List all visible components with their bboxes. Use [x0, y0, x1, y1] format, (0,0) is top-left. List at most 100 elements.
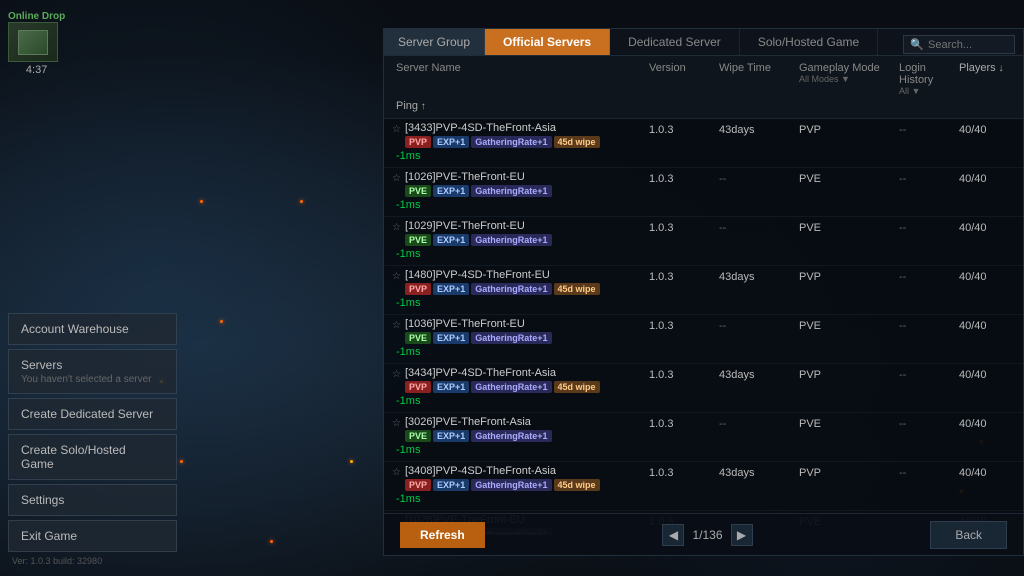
sidebar-item-label: Account Warehouse: [21, 322, 164, 336]
favorite-icon[interactable]: ☆: [392, 418, 401, 429]
sidebar-menu: Account Warehouse Servers You haven't se…: [0, 313, 185, 552]
server-name-info: [3433]PVP-4SD-TheFront-AsiaPVPEXP+1Gathe…: [405, 122, 600, 148]
favorite-icon[interactable]: ☆: [392, 124, 401, 135]
favorite-icon[interactable]: ☆: [392, 369, 401, 380]
next-page-button[interactable]: ▶: [731, 524, 753, 546]
server-tag: PVP: [405, 136, 431, 148]
server-row[interactable]: ☆ [3433]PVP-4SD-TheFront-AsiaPVPEXP+1Gath…: [384, 119, 1023, 168]
sidebar-item-settings[interactable]: Settings: [8, 484, 177, 516]
server-row[interactable]: ☆[3434]PVP-4SD-TheFront-AsiaPVPEXP+1Gath…: [384, 364, 1023, 413]
tab-official-servers[interactable]: Official Servers: [485, 29, 610, 55]
server-title: [3434]PVP-4SD-TheFront-Asia: [405, 367, 600, 379]
sidebar-item-servers[interactable]: Servers You haven't selected a server: [8, 349, 177, 394]
ping-cell: -1ms: [392, 344, 645, 360]
favorite-icon[interactable]: ☆: [392, 173, 401, 184]
pagination: ◀ 1/136 ▶: [662, 524, 752, 546]
ping-cell: -1ms: [392, 148, 645, 164]
server-name-cell: ☆ [1026]PVE-TheFront-EU PVEEXP+1GatheringR…: [392, 171, 645, 197]
favorite-icon[interactable]: ☆: [392, 222, 401, 233]
server-row[interactable]: ☆ [3026]PVE-TheFront-AsiaPVEEXP+1Gatherin…: [384, 413, 1023, 462]
server-title: [1026]PVE-TheFront-EU: [405, 171, 552, 183]
server-row[interactable]: ☆[1480]PVP-4SD-TheFront-EUPVPEXP+1Gather…: [384, 266, 1023, 315]
login-cell: --: [895, 171, 955, 187]
tag-row: PVEEXP+1GatheringRate+1: [405, 234, 552, 246]
server-tag: GatheringRate+1: [471, 136, 551, 148]
tab-dedicated-server[interactable]: Dedicated Server: [610, 29, 740, 55]
mode-cell: PVP: [795, 122, 895, 138]
sidebar-item-account-warehouse[interactable]: Account Warehouse: [8, 313, 177, 345]
players-cell: 40/40: [955, 269, 1015, 285]
server-row[interactable]: ☆ [1029]PVE-TheFront-EU PVEEXP+1GatheringR…: [384, 217, 1023, 266]
server-list: ☆ [3433]PVP-4SD-TheFront-AsiaPVPEXP+1Gath…: [384, 119, 1023, 535]
spark: [270, 540, 273, 543]
table-header: Server Name Version Wipe Time Gameplay M…: [384, 56, 1023, 119]
col-wipe-time: Wipe Time: [715, 60, 795, 98]
mode-cell: PVE: [795, 220, 895, 236]
server-tag: EXP+1: [433, 332, 469, 344]
tag-row: PVPEXP+1GatheringRate+145d wipe: [405, 136, 600, 148]
version-cell: 1.0.3: [645, 220, 715, 236]
wipe-cell: --: [715, 220, 795, 236]
sidebar-item-exit[interactable]: Exit Game: [8, 520, 177, 552]
server-row[interactable]: ☆ [3408]PVP-4SD-TheFront-Asia PVPEXP+1Gath…: [384, 462, 1023, 511]
server-tag: EXP+1: [433, 479, 469, 491]
server-tag: PVE: [405, 185, 431, 197]
page-info: 1/136: [692, 528, 722, 542]
server-tag: GatheringRate+1: [471, 234, 551, 246]
sidebar-item-create-dedicated[interactable]: Create Dedicated Server: [8, 398, 177, 430]
tag-row: PVPEXP+1GatheringRate+145d wipe: [405, 479, 600, 491]
col-ping[interactable]: Ping: [392, 98, 645, 114]
refresh-button[interactable]: Refresh: [400, 522, 485, 548]
server-title: [1480]PVP-4SD-TheFront-EU: [405, 269, 600, 281]
spark: [220, 320, 223, 323]
tabs-container: Official Servers Dedicated Server Solo/H…: [485, 29, 878, 55]
server-name-info: [1029]PVE-TheFront-EU PVEEXP+1GatheringRa…: [405, 220, 552, 246]
prev-page-button[interactable]: ◀: [662, 524, 684, 546]
spark: [350, 460, 353, 463]
login-cell: --: [895, 367, 955, 383]
server-tag: EXP+1: [433, 136, 469, 148]
tag-row: PVEEXP+1GatheringRate+1: [405, 185, 552, 197]
ping-cell: -1ms: [392, 442, 645, 458]
search-input[interactable]: [928, 39, 1008, 51]
server-tag: GatheringRate+1: [471, 332, 551, 344]
mode-cell: PVP: [795, 367, 895, 383]
mode-cell: PVP: [795, 465, 895, 481]
server-row[interactable]: ☆ [1026]PVE-TheFront-EU PVEEXP+1GatheringR…: [384, 168, 1023, 217]
server-row[interactable]: ☆[1036]PVE-TheFront-EUPVEEXP+1GatheringR…: [384, 315, 1023, 364]
server-name-info: [3026]PVE-TheFront-AsiaPVEEXP+1Gathering…: [405, 416, 552, 442]
server-tag: GatheringRate+1: [471, 283, 551, 295]
sidebar: Account Warehouse Servers You haven't se…: [0, 0, 185, 576]
ping-cell: -1ms: [392, 197, 645, 213]
mode-cell: PVP: [795, 269, 895, 285]
server-name-info: [1026]PVE-TheFront-EU PVEEXP+1GatheringRa…: [405, 171, 552, 197]
server-tag: GatheringRate+1: [471, 430, 551, 442]
wipe-cell: --: [715, 318, 795, 334]
players-cell: 40/40: [955, 171, 1015, 187]
login-cell: --: [895, 416, 955, 432]
server-tag: EXP+1: [433, 185, 469, 197]
favorite-icon[interactable]: ☆: [392, 271, 401, 282]
col-server-name: Server Name: [392, 60, 645, 98]
server-name-cell: ☆ [3408]PVP-4SD-TheFront-Asia PVPEXP+1Gath…: [392, 465, 645, 491]
back-button[interactable]: Back: [930, 521, 1007, 549]
server-title: [3408]PVP-4SD-TheFront-Asia: [405, 465, 600, 477]
spark: [300, 200, 303, 203]
version-label: Ver: 1.0.3 build: 32980: [0, 552, 185, 566]
server-tag: PVP: [405, 283, 431, 295]
col-version: Version: [645, 60, 715, 98]
search-icon: 🔍: [910, 38, 924, 51]
tab-solo-hosted[interactable]: Solo/Hosted Game: [740, 29, 878, 55]
server-title: [1029]PVE-TheFront-EU: [405, 220, 552, 232]
col-players[interactable]: Players: [955, 60, 1015, 98]
favorite-icon[interactable]: ☆: [392, 467, 401, 478]
players-cell: 40/40: [955, 465, 1015, 481]
server-browser-panel: Server Group Official Servers Dedicated …: [383, 28, 1024, 556]
players-cell: 40/40: [955, 367, 1015, 383]
login-cell: --: [895, 269, 955, 285]
server-tag: 45d wipe: [554, 479, 600, 491]
version-cell: 1.0.3: [645, 318, 715, 334]
sidebar-item-create-solo[interactable]: Create Solo/Hosted Game: [8, 434, 177, 480]
server-name-info: [1480]PVP-4SD-TheFront-EUPVPEXP+1Gatheri…: [405, 269, 600, 295]
favorite-icon[interactable]: ☆: [392, 320, 401, 331]
